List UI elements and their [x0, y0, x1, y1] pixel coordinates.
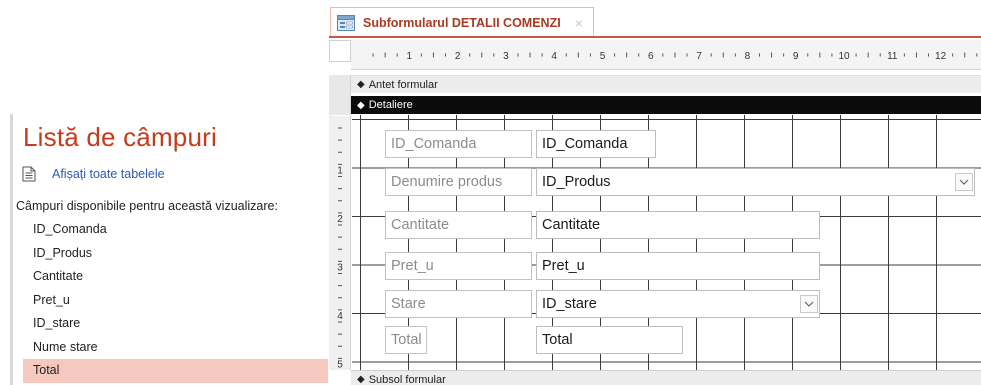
form-designer: Subformularul DETALII COMENZI × 12345678… — [329, 0, 981, 385]
close-tab-icon[interactable]: × — [575, 15, 583, 31]
field-list-item[interactable]: Nume stare — [23, 336, 328, 360]
field-list-item[interactable]: ID_stare — [23, 312, 328, 336]
ruler-number: 3 — [503, 51, 509, 62]
ruler-number: 1 — [407, 51, 413, 62]
label-pret-u[interactable]: Pret_u — [385, 252, 532, 280]
horizontal-ruler: 1 2 3 4 5 6 7 8 9 10 11 12 — [351, 40, 981, 70]
section-marker-icon: ◆ — [357, 99, 365, 111]
header-section-selector[interactable] — [329, 75, 351, 115]
chevron-down-icon[interactable] — [800, 295, 818, 313]
textbox-id-comanda[interactable]: ID_Comanda — [536, 130, 656, 158]
document-tab-strip: Subformularul DETALII COMENZI × — [329, 0, 981, 37]
document-list-icon — [22, 166, 36, 182]
pane-divider — [10, 114, 13, 385]
field-list-item[interactable]: Total — [23, 359, 328, 383]
field-list: ID_Comanda ID_Produs Cantitate Pret_u ID_sta… — [23, 218, 328, 383]
vertical-ruler: 1 2 3 4 5 — [329, 116, 351, 371]
section-footer-label: Subsol formular — [368, 373, 446, 385]
ruler-number: 8 — [745, 51, 751, 62]
label-cantitate[interactable]: Cantitate — [385, 211, 532, 239]
vertical-ruler-scale: 1 2 3 4 5 — [337, 127, 343, 371]
tab-underline — [329, 36, 981, 38]
field-list-item[interactable]: ID_Produs — [23, 242, 328, 266]
form-icon — [337, 14, 355, 31]
label-total[interactable]: Total — [385, 326, 427, 354]
ruler-number: 2 — [337, 214, 343, 225]
tab-title: Subformularul DETALII COMENZI — [363, 15, 561, 30]
label-denumire-produs[interactable]: Denumire produs — [385, 168, 532, 196]
ruler-number: 11 — [887, 51, 898, 62]
ruler-number: 12 — [935, 51, 947, 62]
ruler-number: 4 — [551, 51, 557, 62]
combobox-id-stare[interactable]: ID_stare — [536, 290, 820, 318]
ruler-number: 3 — [337, 263, 343, 274]
section-marker-icon: ◆ — [357, 374, 365, 385]
textbox-cantitate[interactable]: Cantitate — [536, 211, 820, 239]
field-list-item[interactable]: Cantitate — [23, 265, 328, 289]
ruler-number: 2 — [455, 51, 461, 62]
combobox-id-produs-value: ID_Produs — [542, 174, 611, 190]
field-list-item[interactable]: Pret_u — [23, 289, 328, 313]
ruler-number: 6 — [648, 51, 654, 62]
ruler-number: 1 — [337, 166, 343, 177]
section-detail-label: Detaliere — [368, 99, 413, 111]
section-bar-header[interactable]: ◆ Antet formular — [351, 75, 981, 93]
label-id-comanda[interactable]: ID_Comanda — [385, 130, 532, 158]
combobox-id-stare-value: ID_stare — [542, 296, 597, 312]
label-stare[interactable]: Stare — [385, 290, 532, 318]
ruler-number: 9 — [793, 51, 799, 62]
field-list-title: Listă de câmpuri — [23, 122, 217, 152]
tab-subform-detalii-comenzi[interactable]: Subformularul DETALII COMENZI × — [330, 7, 594, 37]
ruler-number: 7 — [696, 51, 702, 62]
chevron-down-icon[interactable] — [955, 173, 973, 191]
field-list-pane: Listă de câmpuri Afișați toate tabelele … — [0, 0, 328, 385]
ruler-number: 5 — [337, 360, 343, 371]
section-bar-footer[interactable]: ◆ Subsol formular — [351, 370, 981, 385]
section-bar-detail[interactable]: ◆ Detaliere — [351, 96, 981, 114]
textbox-total[interactable]: Total — [536, 326, 683, 354]
section-marker-icon: ◆ — [357, 79, 365, 90]
field-list-item[interactable]: ID_Comanda — [23, 218, 328, 242]
section-header-label: Antet formular — [368, 78, 438, 91]
show-all-tables-link[interactable]: Afișați toate tabelele — [22, 166, 165, 182]
combobox-id-produs[interactable]: ID_Produs — [536, 168, 975, 196]
form-selector-box[interactable] — [329, 40, 351, 62]
ruler-number: 4 — [337, 311, 343, 322]
available-fields-label: Câmpuri disponibile pentru această vizua… — [16, 199, 278, 213]
ruler-number: 10 — [838, 51, 850, 62]
ruler-scale: 1 2 3 4 5 6 7 8 9 10 11 12 — [372, 51, 978, 62]
ruler-number: 5 — [600, 51, 606, 62]
show-all-tables-label: Afișați toate tabelele — [52, 167, 165, 181]
textbox-pret-u[interactable]: Pret_u — [536, 252, 820, 280]
